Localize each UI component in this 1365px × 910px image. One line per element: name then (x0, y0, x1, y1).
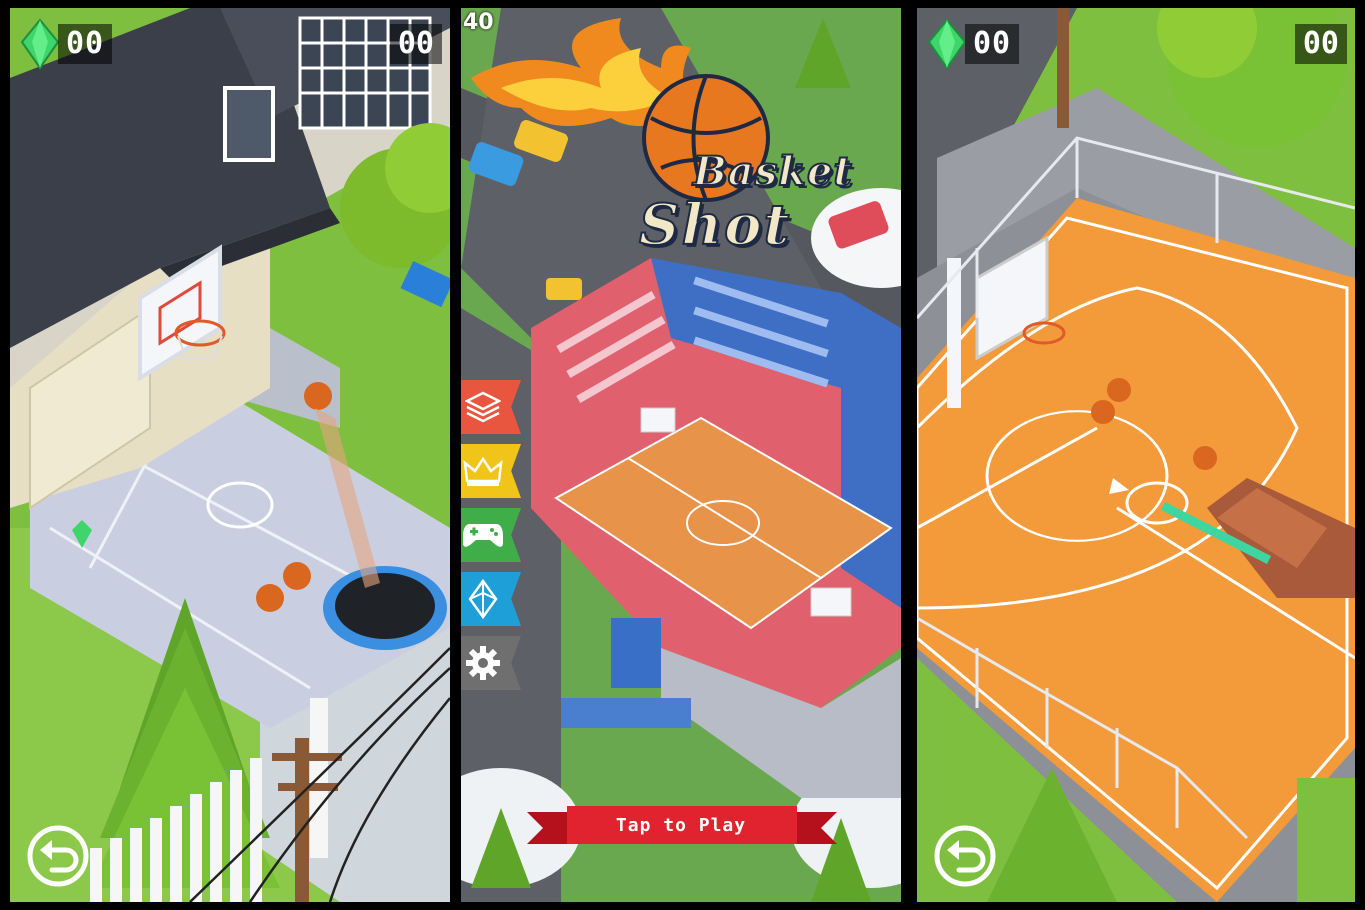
backyard-screen: 00 00 (10, 8, 450, 902)
gem-icon (20, 18, 60, 70)
gem-counter: 00 (18, 18, 113, 70)
leaderboard-button[interactable] (461, 444, 521, 498)
court-scene (917, 8, 1355, 902)
undo-arrow-icon (934, 825, 996, 887)
gamepad-icon (463, 524, 503, 547)
side-menu (461, 380, 521, 700)
score-counter: 00 (389, 24, 442, 64)
back-button[interactable] (26, 824, 90, 888)
crown-icon (463, 456, 503, 486)
score-counter: 00 (1294, 24, 1347, 64)
logo-line-1: Basket (692, 147, 853, 196)
undo-arrow-icon (27, 825, 89, 887)
court-screen: 00 00 (917, 8, 1355, 902)
back-button[interactable] (933, 824, 997, 888)
tap-to-play-button[interactable]: Tap to Play (569, 808, 793, 844)
gem-count: 00 (965, 24, 1020, 64)
settings-button[interactable] (461, 636, 521, 690)
gear-icon (466, 646, 500, 680)
diamond-icon (468, 579, 498, 619)
games-button[interactable] (461, 508, 521, 562)
gem-count: 00 (58, 24, 113, 64)
title-screen[interactable]: 40 Basket Shot Tap to Play (461, 8, 901, 902)
gem-counter: 00 (925, 18, 1020, 70)
gem-shop-button[interactable] (461, 572, 521, 626)
backyard-scene (10, 8, 450, 902)
game-logo: Basket Shot (461, 8, 901, 268)
gem-icon (927, 18, 967, 70)
layers-button[interactable] (461, 380, 521, 434)
logo-line-2: Shot (638, 191, 792, 259)
layers-icon (465, 391, 501, 423)
